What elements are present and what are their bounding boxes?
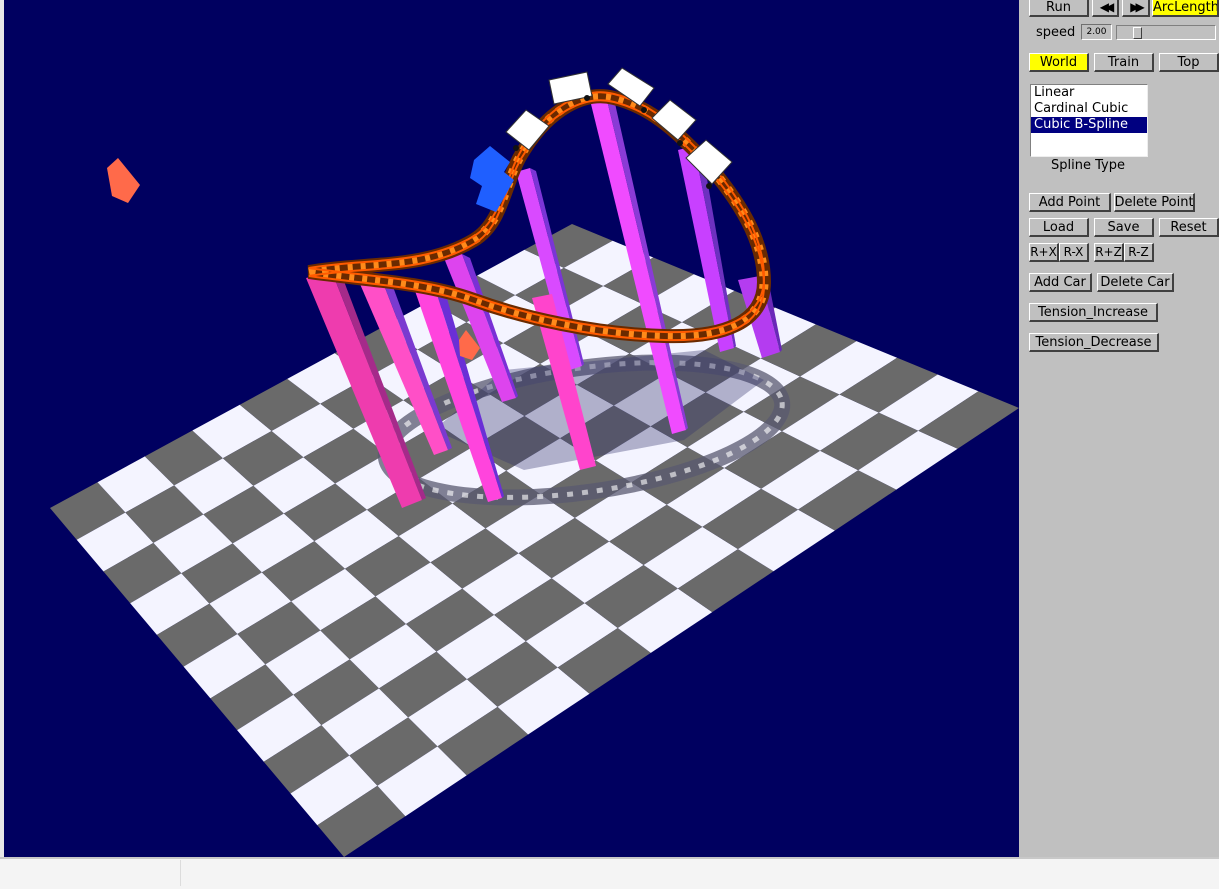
fast-forward-icon: ▶▶	[1130, 0, 1145, 14]
rewind-icon: ◀◀	[1099, 0, 1115, 14]
roller-coaster-scene	[50, 67, 1019, 857]
load-button[interactable]: Load	[1029, 218, 1089, 237]
reset-button[interactable]: Reset	[1159, 218, 1219, 237]
spline-option[interactable]: Cardinal Cubic	[1031, 101, 1147, 117]
rotate-minus-z-button[interactable]: R-Z	[1124, 243, 1154, 262]
tension-increase-button[interactable]: Tension_Increase	[1029, 303, 1158, 322]
3d-viewport[interactable]	[4, 0, 1019, 857]
add-car-button[interactable]: Add Car	[1029, 273, 1092, 292]
delete-car-button[interactable]: Delete Car	[1097, 273, 1174, 292]
spline-option[interactable]: Linear	[1031, 85, 1147, 101]
arclength-toggle[interactable]: ArcLength	[1152, 0, 1219, 17]
rewind-button[interactable]: ◀◀	[1092, 0, 1119, 17]
speed-value: 2.00	[1081, 24, 1112, 40]
speed-slider-thumb[interactable]	[1133, 27, 1142, 39]
rotate-plus-z-button[interactable]: R+Z	[1094, 243, 1124, 262]
run-button[interactable]: Run	[1029, 0, 1089, 17]
rotate-plus-x-button[interactable]: R+X	[1029, 243, 1059, 262]
world-view-button[interactable]: World	[1029, 53, 1089, 72]
spline-type-caption: Spline Type	[1051, 158, 1125, 173]
spline-option[interactable]: Cubic B-Spline	[1031, 117, 1147, 133]
tension-decrease-button[interactable]: Tension_Decrease	[1029, 333, 1159, 352]
status-strip	[0, 857, 1219, 889]
train-view-button[interactable]: Train	[1094, 53, 1154, 72]
add-point-button[interactable]: Add Point	[1029, 193, 1111, 212]
control-panel: Run ◀◀ ▶▶ ArcLength speed 2.00 World Tra…	[1019, 0, 1219, 857]
status-divider	[180, 860, 181, 886]
rotate-minus-x-button[interactable]: R-X	[1059, 243, 1089, 262]
speed-label: speed	[1036, 25, 1076, 40]
save-button[interactable]: Save	[1094, 218, 1154, 237]
speed-slider[interactable]	[1116, 25, 1216, 40]
delete-point-button[interactable]: Delete Point	[1114, 193, 1195, 212]
spline-type-list[interactable]: Linear Cardinal Cubic Cubic B-Spline	[1030, 84, 1148, 157]
fast-forward-button[interactable]: ▶▶	[1122, 0, 1150, 17]
top-view-button[interactable]: Top	[1159, 53, 1219, 72]
